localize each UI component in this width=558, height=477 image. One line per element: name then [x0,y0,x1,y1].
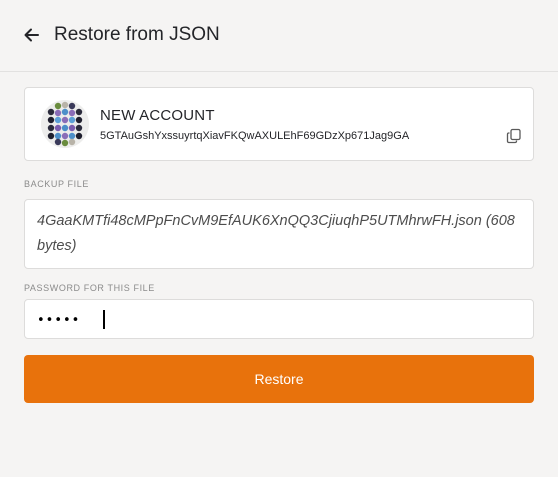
header: Restore from JSON [0,0,558,72]
password-field[interactable] [24,299,534,339]
restore-button[interactable]: Restore [24,355,534,403]
arrow-left-icon[interactable] [22,25,42,45]
backup-file-input[interactable]: 4GaaKMTfi48cMPpFnCvM9EfAUK6XnQQ3CjiuqhP5… [24,199,534,269]
backup-file-value: 4GaaKMTfi48cMPpFnCvM9EfAUK6XnQQ3CjiuqhP5… [37,213,515,254]
copy-icon[interactable] [506,128,522,144]
text-caret [103,310,105,329]
account-identicon [41,100,89,148]
account-name: NEW ACCOUNT [100,107,215,124]
account-card: NEW ACCOUNT 5GTAuGshYxssuyrtqXiavFKQwAXU… [24,87,534,161]
password-input[interactable] [37,309,517,331]
page-title: Restore from JSON [54,24,220,45]
account-address: 5GTAuGshYxssuyrtqXiavFKQwAXULEhF69GDzXp6… [100,130,410,142]
backup-file-label: BACKUP FILE [24,179,89,189]
password-label: PASSWORD FOR THIS FILE [24,283,155,293]
